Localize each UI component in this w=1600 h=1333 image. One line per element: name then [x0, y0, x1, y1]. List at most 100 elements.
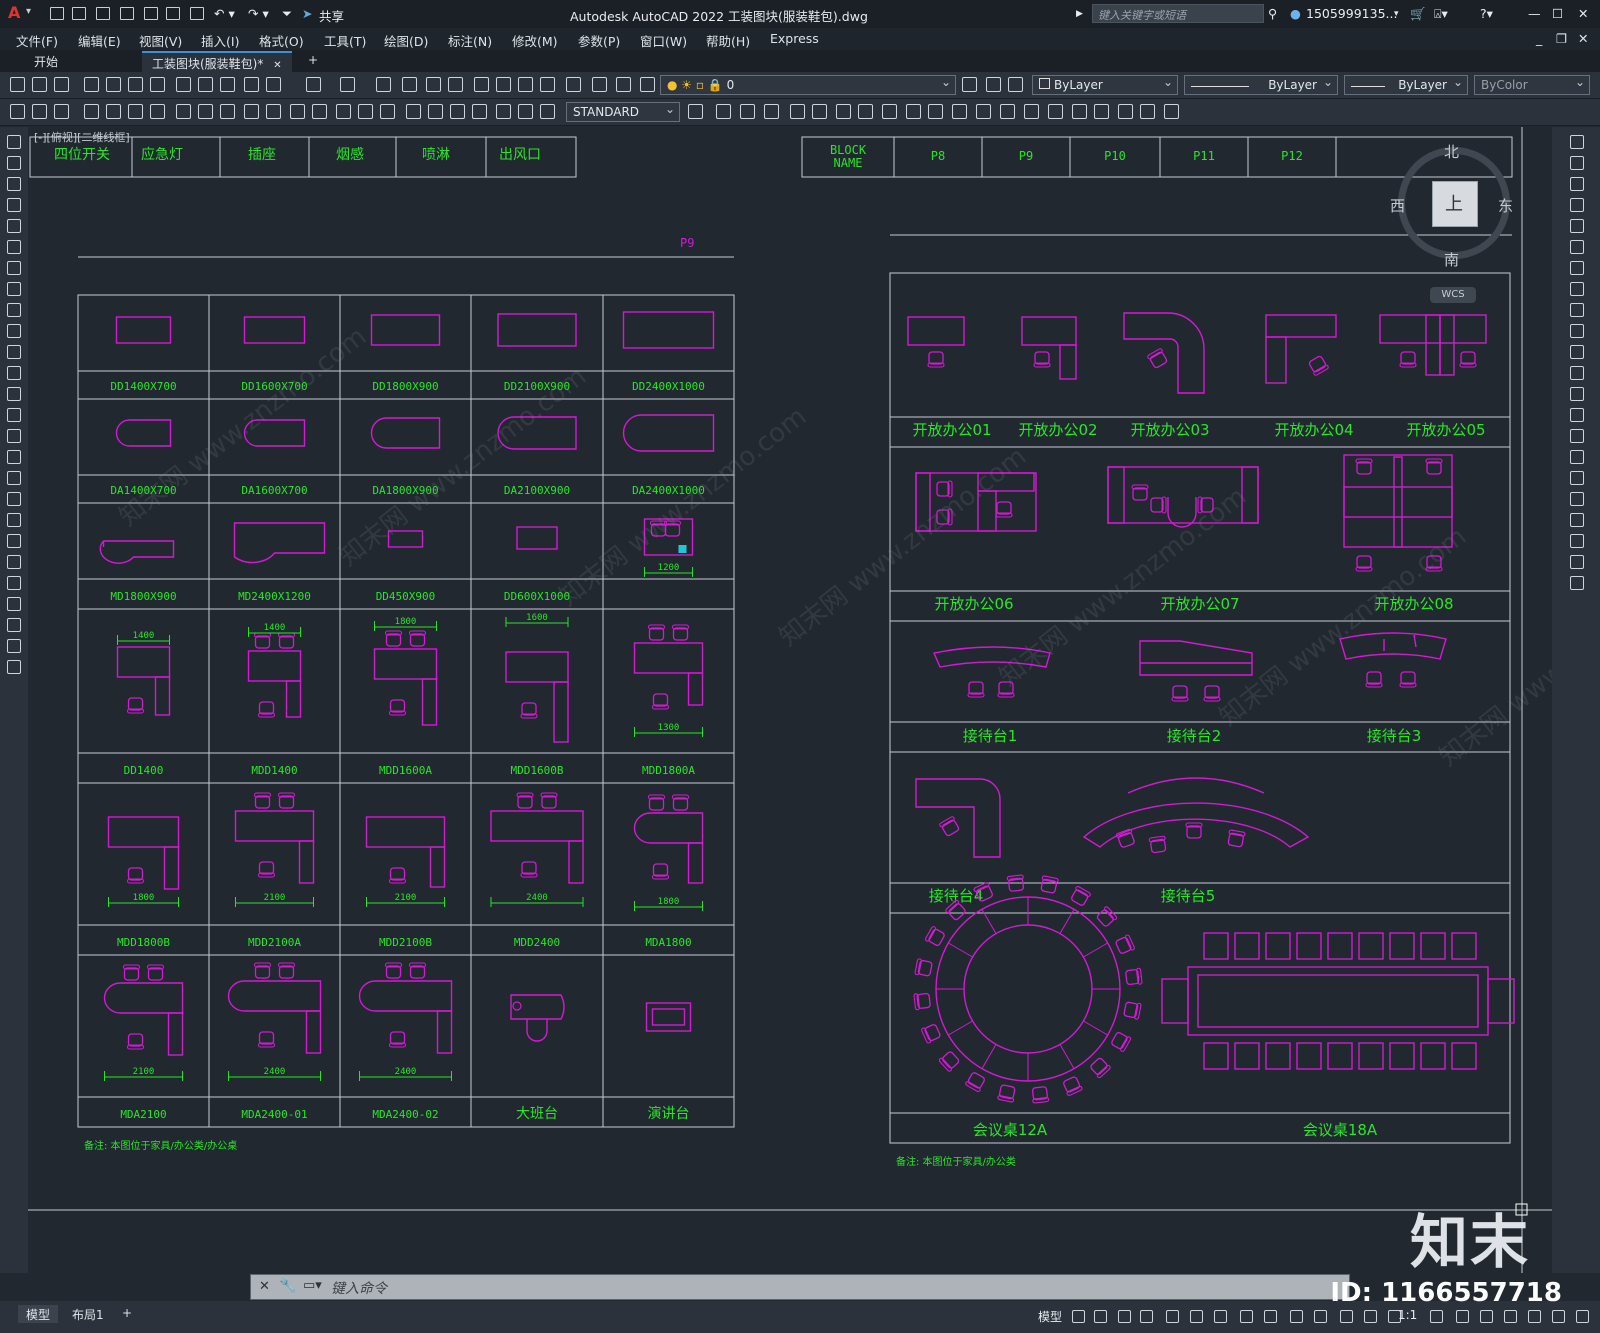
dimension-tool-21-icon[interactable]	[472, 104, 487, 119]
toolbar-tool-11-icon[interactable]	[244, 77, 259, 92]
modify-tool-7-icon[interactable]	[1570, 261, 1584, 275]
modify-tool-1-icon[interactable]	[1570, 135, 1584, 149]
draw-tool-21-icon[interactable]	[7, 555, 21, 569]
menu-insert[interactable]: 插入(I)	[201, 31, 239, 50]
dimension-tool-17-icon[interactable]	[380, 104, 395, 119]
dimension-tool-13-icon[interactable]	[290, 104, 305, 119]
draw-tool-9-icon[interactable]	[7, 303, 21, 317]
toolbar-tool-22-icon[interactable]	[540, 77, 555, 92]
redo-icon[interactable]: ↷ ▾	[248, 6, 269, 21]
toolbar-tool-23-icon[interactable]	[566, 77, 581, 92]
minimize-button[interactable]: —	[1528, 6, 1541, 21]
dimension-tool-4-icon[interactable]	[84, 104, 99, 119]
toolbar-tool-26-icon[interactable]	[640, 77, 655, 92]
draw-order-tool-2-icon[interactable]	[716, 104, 731, 119]
print-icon[interactable]	[190, 7, 204, 20]
linetype-dropdown[interactable]: ByLayer	[1184, 75, 1338, 95]
dimension-tool-15-icon[interactable]	[336, 104, 351, 119]
new-tab-button[interactable]: +	[298, 51, 328, 72]
dimension-tool-22-icon[interactable]	[496, 104, 511, 119]
toolbar-tool-14-icon[interactable]	[340, 77, 355, 92]
toolbar-tool-6-icon[interactable]	[128, 77, 143, 92]
dimension-tool-11-icon[interactable]	[244, 104, 259, 119]
draw-order-tool-21-icon[interactable]	[1164, 104, 1179, 119]
draw-order-tool-20-icon[interactable]	[1140, 104, 1155, 119]
layer-properties-icon[interactable]	[962, 77, 977, 92]
draw-tool-8-icon[interactable]	[7, 282, 21, 296]
draw-tool-12-icon[interactable]	[7, 366, 21, 380]
toolbar-tool-5-icon[interactable]	[106, 77, 121, 92]
toolbar-tool-2-icon[interactable]	[32, 77, 47, 92]
status-toggle-13-icon[interactable]	[1364, 1310, 1377, 1323]
dimension-tool-18-icon[interactable]	[406, 104, 421, 119]
draw-order-tool-13-icon[interactable]	[976, 104, 991, 119]
draw-tool-1-icon[interactable]	[7, 135, 21, 149]
layer-dropdown[interactable]: ● ☀ ▫ 🔒 0	[660, 75, 956, 95]
dimension-tool-9-icon[interactable]	[198, 104, 213, 119]
modify-tool-15-icon[interactable]	[1570, 429, 1584, 443]
toolbar-tool-17-icon[interactable]	[426, 77, 441, 92]
modify-tool-8-icon[interactable]	[1570, 282, 1584, 296]
status-toggle-11-icon[interactable]	[1314, 1310, 1327, 1323]
viewport-controls[interactable]: [-][俯视][二维线框]	[34, 129, 130, 145]
toolbar-tool-24-icon[interactable]	[592, 77, 607, 92]
menu-express[interactable]: Express	[770, 31, 819, 46]
status-toggle-12-icon[interactable]	[1340, 1310, 1353, 1323]
draw-tool-14-icon[interactable]	[7, 408, 21, 422]
draw-order-tool-1-icon[interactable]	[688, 104, 703, 119]
help-icon[interactable]: ?▾	[1480, 6, 1493, 21]
modify-tool-9-icon[interactable]	[1570, 303, 1584, 317]
draw-order-tool-11-icon[interactable]	[928, 104, 943, 119]
search-input[interactable]: 键入关键字或短语	[1092, 4, 1264, 23]
search-expand-icon[interactable]: ▶	[1076, 9, 1083, 19]
draw-order-tool-14-icon[interactable]	[1000, 104, 1015, 119]
add-layout-button[interactable]: +	[114, 1305, 140, 1323]
draw-order-tool-6-icon[interactable]	[812, 104, 827, 119]
compass-north[interactable]: 北	[1444, 141, 1459, 162]
menu-format[interactable]: 格式(O)	[259, 31, 304, 50]
status-toggle-20-icon[interactable]	[1552, 1310, 1565, 1323]
draw-tool-20-icon[interactable]	[7, 534, 21, 548]
draw-order-tool-17-icon[interactable]	[1072, 104, 1087, 119]
save-as-icon[interactable]	[120, 7, 134, 20]
status-toggle-10-icon[interactable]	[1290, 1310, 1303, 1323]
status-toggle-8-icon[interactable]	[1240, 1310, 1253, 1323]
draw-tool-4-icon[interactable]	[7, 198, 21, 212]
draw-tool-5-icon[interactable]	[7, 219, 21, 233]
dimension-tool-19-icon[interactable]	[428, 104, 443, 119]
toolbar-tool-16-icon[interactable]	[402, 77, 417, 92]
draw-order-tool-10-icon[interactable]	[906, 104, 921, 119]
plotstyle-dropdown[interactable]: ByColor	[1474, 75, 1590, 95]
draw-tool-3-icon[interactable]	[7, 177, 21, 191]
status-toggle-16-icon[interactable]	[1456, 1310, 1469, 1323]
color-dropdown[interactable]: ByLayer	[1032, 75, 1178, 95]
toolbar-tool-4-icon[interactable]	[84, 77, 99, 92]
dimension-tool-2-icon[interactable]	[32, 104, 47, 119]
doc-minimize-icon[interactable]: _	[1536, 31, 1542, 46]
tab-layout1[interactable]: 布局1	[64, 1305, 112, 1323]
draw-tool-16-icon[interactable]	[7, 450, 21, 464]
text-style-dropdown[interactable]: STANDARD	[566, 102, 680, 122]
toolbar-tool-12-icon[interactable]	[266, 77, 281, 92]
modify-tool-18-icon[interactable]	[1570, 492, 1584, 506]
menu-modify[interactable]: 修改(M)	[512, 31, 558, 50]
draw-tool-2-icon[interactable]	[7, 156, 21, 170]
toolbar-tool-10-icon[interactable]	[220, 77, 235, 92]
make-current-icon[interactable]	[986, 77, 1001, 92]
dimension-tool-1-icon[interactable]	[10, 104, 25, 119]
publish-icon[interactable]	[144, 7, 158, 20]
menu-view[interactable]: 视图(V)	[139, 31, 182, 50]
draw-tool-19-icon[interactable]	[7, 513, 21, 527]
dimension-tool-20-icon[interactable]	[450, 104, 465, 119]
user-icon[interactable]: ●	[1290, 6, 1301, 21]
toolbar-tool-3-icon[interactable]	[54, 77, 69, 92]
status-toggle-9-icon[interactable]	[1264, 1310, 1277, 1323]
menu-edit[interactable]: 编辑(E)	[78, 31, 121, 50]
toolbar-tool-9-icon[interactable]	[198, 77, 213, 92]
modify-tool-6-icon[interactable]	[1570, 240, 1584, 254]
toolbar-tool-18-icon[interactable]	[448, 77, 463, 92]
status-toggle-7-icon[interactable]	[1214, 1310, 1227, 1323]
command-line[interactable]: ✕ 🔧 ▭▾ 键入命令	[250, 1274, 1350, 1300]
maximize-button[interactable]: ☐	[1552, 6, 1563, 21]
draw-tool-26-icon[interactable]	[7, 660, 21, 674]
